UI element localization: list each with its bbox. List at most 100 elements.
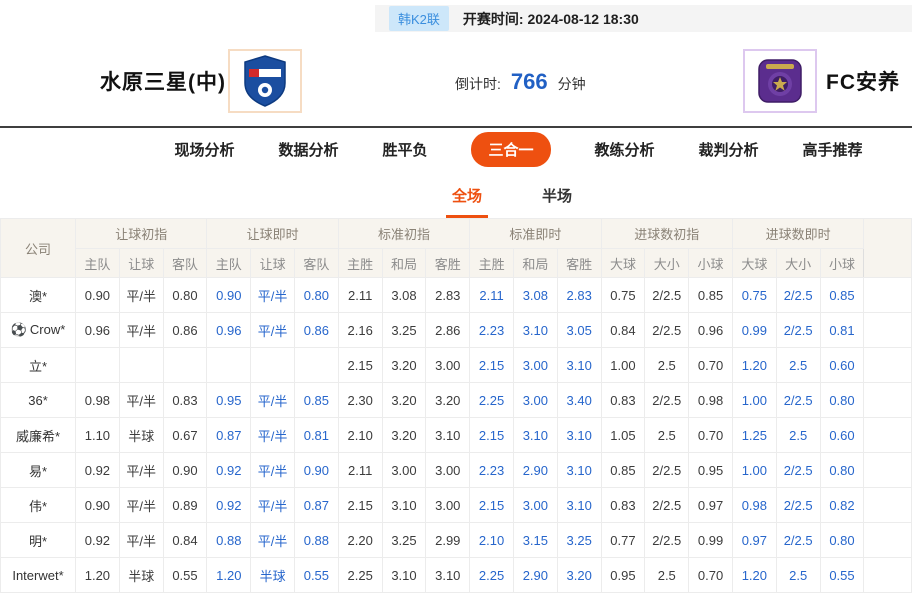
odds-cell[interactable]: 0.98	[76, 383, 120, 418]
odds-cell[interactable]: 3.25	[382, 523, 426, 558]
odds-cell[interactable]: 0.88	[294, 523, 338, 558]
odds-cell[interactable]: 0.95	[207, 383, 251, 418]
odds-cell[interactable]: 0.87	[207, 418, 251, 453]
odds-cell[interactable]: 0.85	[294, 383, 338, 418]
odds-cell[interactable]: 3.25	[382, 313, 426, 348]
company-cell[interactable]: 明*	[1, 523, 76, 558]
odds-cell[interactable]: 3.00	[426, 488, 470, 523]
odds-cell[interactable]: 0.81	[294, 418, 338, 453]
odds-cell[interactable]: 平/半	[119, 383, 163, 418]
odds-cell[interactable]: 0.96	[76, 313, 120, 348]
odds-cell[interactable]: 平/半	[119, 523, 163, 558]
odds-cell[interactable]: 0.55	[820, 558, 864, 593]
odds-cell[interactable]: 0.81	[820, 313, 864, 348]
odds-cell[interactable]: 2.20	[338, 523, 382, 558]
odds-cell[interactable]: 0.85	[601, 453, 645, 488]
odds-cell[interactable]: 平/半	[251, 383, 295, 418]
odds-cell[interactable]: 0.95	[601, 558, 645, 593]
odds-cell[interactable]: 0.97	[732, 523, 776, 558]
odds-cell[interactable]: 平/半	[251, 278, 295, 313]
company-cell[interactable]: 伟*	[1, 488, 76, 523]
odds-cell[interactable]: 0.88	[207, 523, 251, 558]
odds-cell[interactable]: 平/半	[119, 488, 163, 523]
odds-cell[interactable]: 0.84	[163, 523, 207, 558]
odds-cell[interactable]: 2.30	[338, 383, 382, 418]
odds-cell[interactable]: 0.83	[601, 488, 645, 523]
odds-cell[interactable]: 3.20	[382, 418, 426, 453]
odds-cell[interactable]: 3.10	[557, 348, 601, 383]
odds-cell[interactable]: 平/半	[251, 418, 295, 453]
odds-cell[interactable]: 0.80	[294, 278, 338, 313]
odds-cell[interactable]: 0.96	[689, 313, 733, 348]
odds-cell[interactable]: 2/2.5	[645, 278, 689, 313]
company-cell[interactable]: ⚽Crow*	[1, 313, 76, 348]
odds-cell[interactable]: 2.5	[776, 558, 820, 593]
odds-cell[interactable]: 2/2.5	[776, 453, 820, 488]
odds-cell[interactable]: 平/半	[119, 278, 163, 313]
odds-cell[interactable]: 2.11	[470, 278, 514, 313]
odds-cell[interactable]: 3.10	[513, 313, 557, 348]
odds-cell[interactable]: 0.87	[294, 488, 338, 523]
odds-cell[interactable]: 3.10	[557, 418, 601, 453]
odds-cell[interactable]: 0.77	[601, 523, 645, 558]
odds-cell[interactable]: 2.15	[338, 348, 382, 383]
odds-cell[interactable]: 3.20	[382, 348, 426, 383]
odds-cell[interactable]: 2/2.5	[776, 313, 820, 348]
odds-cell[interactable]: 0.60	[820, 348, 864, 383]
odds-cell[interactable]: 3.20	[382, 383, 426, 418]
odds-cell[interactable]: 0.85	[689, 278, 733, 313]
odds-cell[interactable]: 1.00	[732, 383, 776, 418]
odds-cell[interactable]: 平/半	[251, 453, 295, 488]
odds-cell[interactable]: 2.99	[426, 523, 470, 558]
odds-cell[interactable]	[76, 348, 120, 383]
odds-cell[interactable]: 0.80	[820, 383, 864, 418]
odds-cell[interactable]: 2/2.5	[645, 383, 689, 418]
odds-cell[interactable]: 2.25	[470, 558, 514, 593]
odds-cell[interactable]: 0.96	[207, 313, 251, 348]
odds-cell[interactable]: 0.83	[163, 383, 207, 418]
odds-cell[interactable]: 0.90	[76, 488, 120, 523]
odds-cell[interactable]: 0.92	[76, 523, 120, 558]
odds-cell[interactable]: 3.00	[382, 453, 426, 488]
odds-cell[interactable]: 平/半	[251, 488, 295, 523]
odds-cell[interactable]: 3.10	[426, 418, 470, 453]
odds-cell[interactable]: 2/2.5	[776, 383, 820, 418]
league-badge[interactable]: 韩K2联	[389, 6, 449, 31]
nav-tab-1[interactable]: 现场分析	[174, 139, 234, 160]
odds-cell[interactable]: 2.15	[470, 488, 514, 523]
odds-cell[interactable]	[119, 348, 163, 383]
odds-cell[interactable]: 1.20	[732, 348, 776, 383]
odds-cell[interactable]: 3.10	[557, 453, 601, 488]
subtab-2[interactable]: 半场	[536, 185, 578, 218]
odds-cell[interactable]: 0.86	[294, 313, 338, 348]
odds-cell[interactable]: 2/2.5	[645, 523, 689, 558]
odds-cell[interactable]: 2.10	[338, 418, 382, 453]
odds-cell[interactable]: 2.23	[470, 453, 514, 488]
odds-cell[interactable]: 半球	[119, 418, 163, 453]
nav-tab-7[interactable]: 高手推荐	[803, 139, 863, 160]
odds-cell[interactable]	[207, 348, 251, 383]
odds-cell[interactable]: 0.98	[689, 383, 733, 418]
odds-cell[interactable]: 3.00	[513, 488, 557, 523]
odds-cell[interactable]: 0.80	[163, 278, 207, 313]
odds-cell[interactable]: 2.11	[338, 453, 382, 488]
odds-cell[interactable]: 2.83	[557, 278, 601, 313]
odds-cell[interactable]	[251, 348, 295, 383]
odds-cell[interactable]: 0.89	[163, 488, 207, 523]
odds-cell[interactable]: 0.55	[294, 558, 338, 593]
odds-cell[interactable]: 0.75	[601, 278, 645, 313]
odds-cell[interactable]: 半球	[251, 558, 295, 593]
odds-cell[interactable]: 3.00	[513, 348, 557, 383]
odds-cell[interactable]: 0.84	[601, 313, 645, 348]
company-cell[interactable]: 立*	[1, 348, 76, 383]
odds-cell[interactable]: 3.05	[557, 313, 601, 348]
odds-cell[interactable]: 2.15	[338, 488, 382, 523]
odds-cell[interactable]: 3.00	[426, 453, 470, 488]
odds-cell[interactable]: 0.83	[601, 383, 645, 418]
odds-cell[interactable]: 2.23	[470, 313, 514, 348]
odds-cell[interactable]: 半球	[119, 558, 163, 593]
odds-cell[interactable]: 2.10	[470, 523, 514, 558]
odds-cell[interactable]: 1.05	[601, 418, 645, 453]
odds-cell[interactable]: 0.90	[294, 453, 338, 488]
odds-cell[interactable]: 2/2.5	[776, 278, 820, 313]
